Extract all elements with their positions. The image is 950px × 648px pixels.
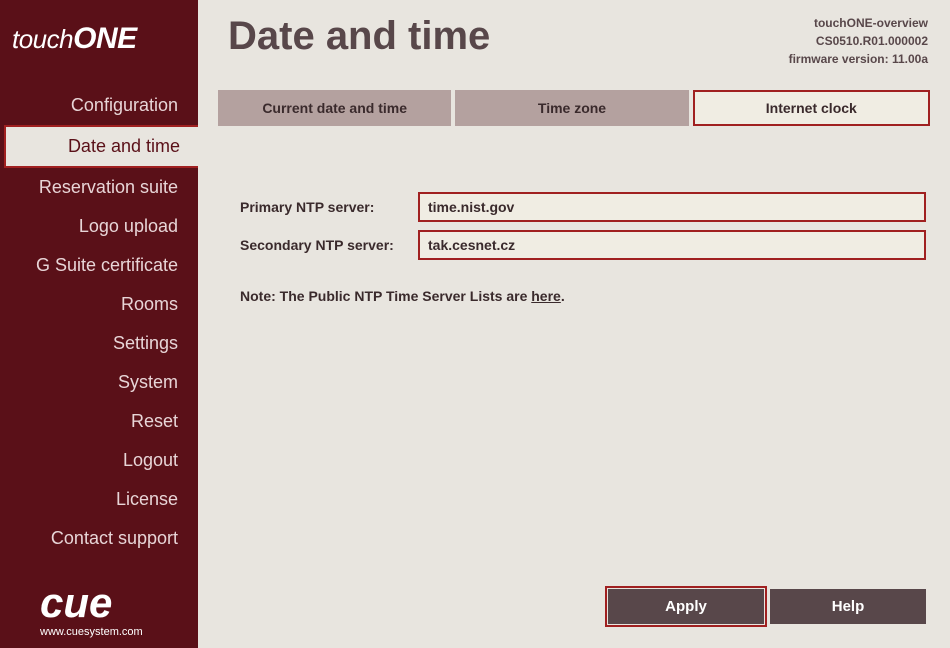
nav-logo-upload[interactable]: Logo upload [0, 207, 198, 246]
nav-reset[interactable]: Reset [0, 402, 198, 441]
header: Date and time touchONE-overview CS0510.R… [198, 0, 950, 86]
header-info: touchONE-overview CS0510.R01.000002 firm… [789, 14, 928, 68]
nav-reservation-suite[interactable]: Reservation suite [0, 168, 198, 207]
tab-content: Primary NTP server: Secondary NTP server… [198, 126, 950, 589]
apply-button[interactable]: Apply [608, 589, 764, 624]
sidebar: touchONE Configuration Date and time Res… [0, 0, 198, 648]
nav-license[interactable]: License [0, 480, 198, 519]
nav-rooms[interactable]: Rooms [0, 285, 198, 324]
button-row: Apply Help [198, 589, 950, 648]
note-prefix: Note: The Public NTP Time Server Lists a… [240, 288, 531, 304]
secondary-ntp-label: Secondary NTP server: [240, 237, 418, 253]
tab-time-zone[interactable]: Time zone [455, 90, 688, 126]
primary-ntp-input[interactable] [418, 192, 926, 222]
serial-number: CS0510.R01.000002 [789, 32, 928, 50]
footer-branding: cue www.cuesystem.com [0, 562, 198, 648]
primary-ntp-row: Primary NTP server: [240, 192, 926, 222]
nav-contact-support[interactable]: Contact support [0, 519, 198, 558]
note-suffix: . [561, 288, 565, 304]
main-content: Date and time touchONE-overview CS0510.R… [198, 0, 950, 648]
page-title: Date and time [228, 14, 490, 59]
secondary-ntp-input[interactable] [418, 230, 926, 260]
footer-url[interactable]: www.cuesystem.com [40, 626, 186, 638]
secondary-ntp-row: Secondary NTP server: [240, 230, 926, 260]
logo-touch: touch [12, 24, 73, 54]
logo-one: ONE [73, 22, 137, 55]
nav-configuration[interactable]: Configuration [0, 86, 198, 125]
nav-date-and-time[interactable]: Date and time [4, 125, 198, 168]
nav-logout[interactable]: Logout [0, 441, 198, 480]
primary-ntp-label: Primary NTP server: [240, 199, 418, 215]
tab-internet-clock[interactable]: Internet clock [693, 90, 930, 126]
brand-logo: touchONE [0, 0, 198, 86]
nav-settings[interactable]: Settings [0, 324, 198, 363]
ntp-note: Note: The Public NTP Time Server Lists a… [240, 288, 926, 304]
footer-brand: cue [40, 582, 186, 624]
firmware-version: firmware version: 11.00a [789, 50, 928, 68]
nav-menu: Configuration Date and time Reservation … [0, 86, 198, 562]
tab-bar: Current date and time Time zone Internet… [198, 90, 950, 126]
tab-current-date-time[interactable]: Current date and time [218, 90, 451, 126]
note-link[interactable]: here [531, 288, 561, 304]
product-name: touchONE-overview [789, 14, 928, 32]
nav-g-suite-certificate[interactable]: G Suite certificate [0, 246, 198, 285]
nav-system[interactable]: System [0, 363, 198, 402]
help-button[interactable]: Help [770, 589, 926, 624]
